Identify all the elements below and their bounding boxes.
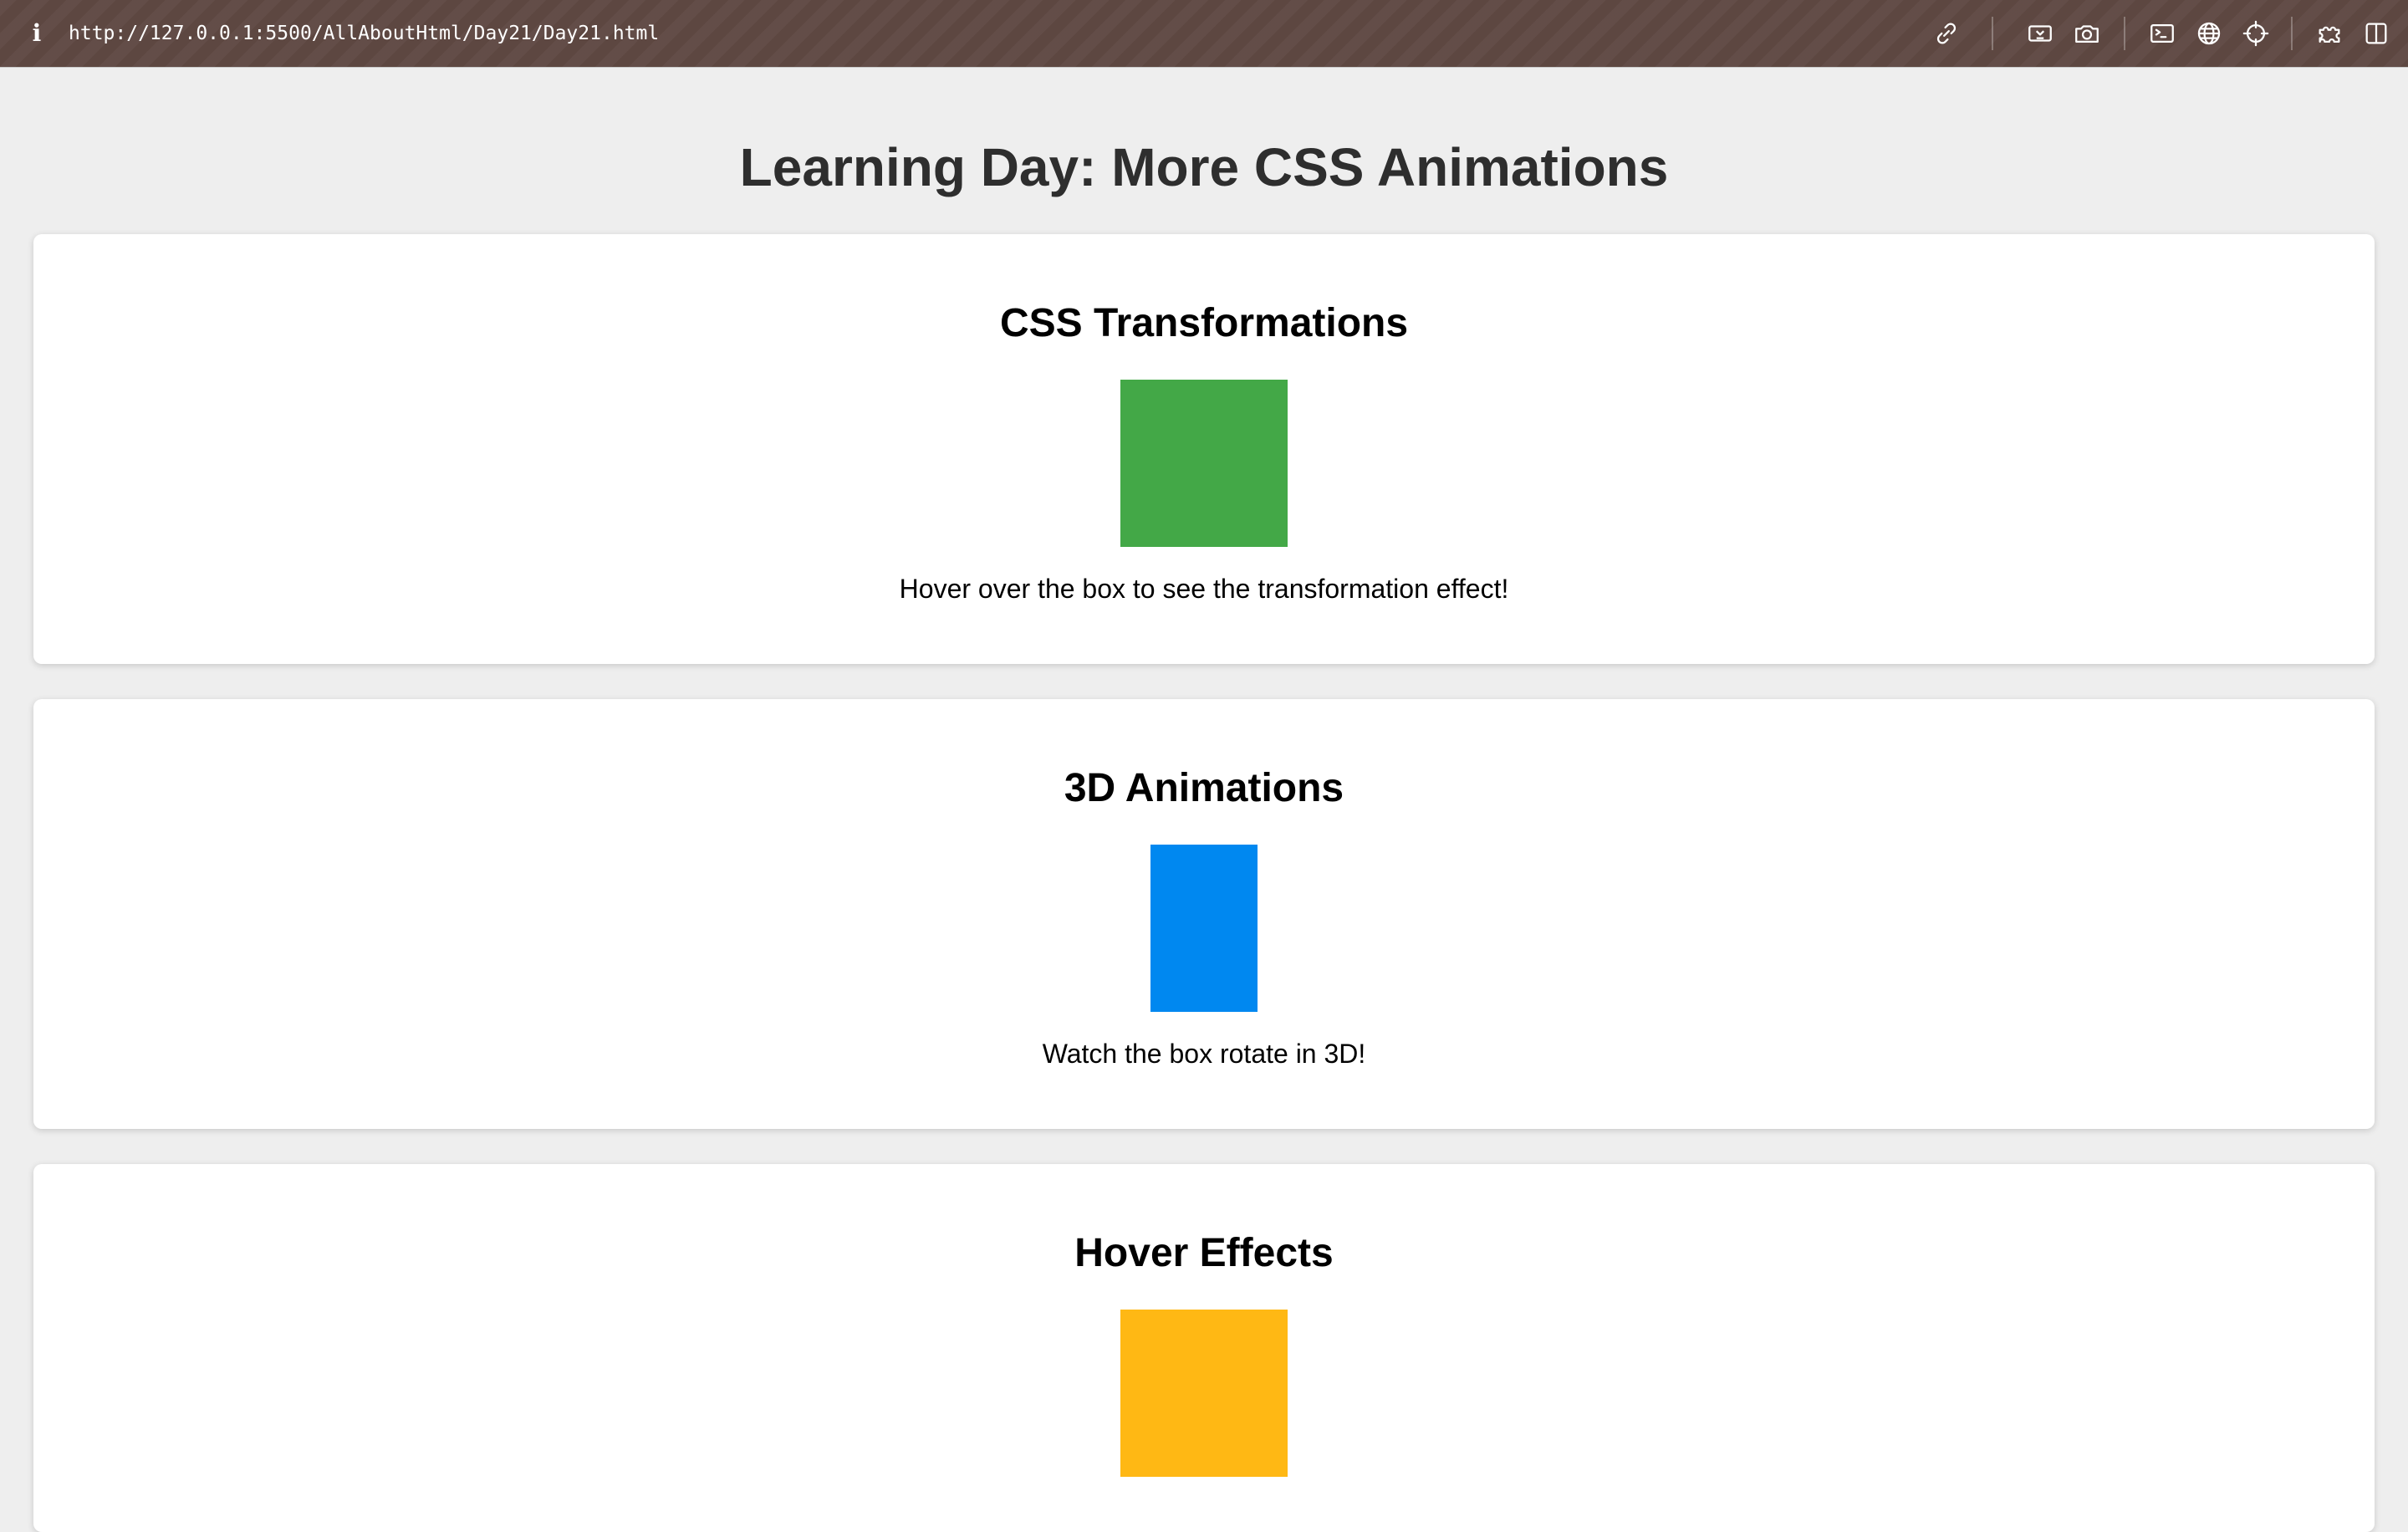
transform-demo-box[interactable] xyxy=(1120,380,1288,547)
toolbar-divider xyxy=(2124,17,2125,50)
section-title: Hover Effects xyxy=(1074,1231,1334,1275)
section-card-transformations: CSS Transformations Hover over the box t… xyxy=(33,234,2375,664)
hover-demo-box[interactable] xyxy=(1120,1310,1288,1477)
browser-toolbar: i http://127.0.0.1:5500/AllAboutHtml/Day… xyxy=(0,0,2408,67)
section-card-hover-effects: Hover Effects xyxy=(33,1164,2375,1532)
rotate-3d-demo-box xyxy=(1150,845,1258,1012)
camera-icon[interactable] xyxy=(2070,17,2104,50)
responsive-view-icon[interactable] xyxy=(2023,17,2057,50)
section-card-3d-animations: 3D Animations Watch the box rotate in 3D… xyxy=(33,699,2375,1129)
section-title: CSS Transformations xyxy=(999,301,1409,345)
sidebar-icon[interactable] xyxy=(2360,17,2393,50)
toolbar-divider xyxy=(1992,17,1993,50)
link-icon[interactable] xyxy=(1930,17,1963,50)
crosshair-icon[interactable] xyxy=(2239,17,2273,50)
info-icon[interactable]: i xyxy=(28,17,45,50)
page-title: Learning Day: More CSS Animations xyxy=(739,137,1669,197)
address-bar-url[interactable]: http://127.0.0.1:5500/AllAboutHtml/Day21… xyxy=(69,18,659,49)
terminal-icon[interactable] xyxy=(2145,17,2179,50)
toolbar-divider xyxy=(2291,17,2293,50)
section-description: Watch the box rotate in 3D! xyxy=(1042,1039,1366,1069)
globe-icon[interactable] xyxy=(2192,17,2226,50)
section-description: Hover over the box to see the transforma… xyxy=(899,574,1509,604)
extensions-icon[interactable] xyxy=(2313,17,2346,50)
section-title: 3D Animations xyxy=(1064,766,1344,810)
